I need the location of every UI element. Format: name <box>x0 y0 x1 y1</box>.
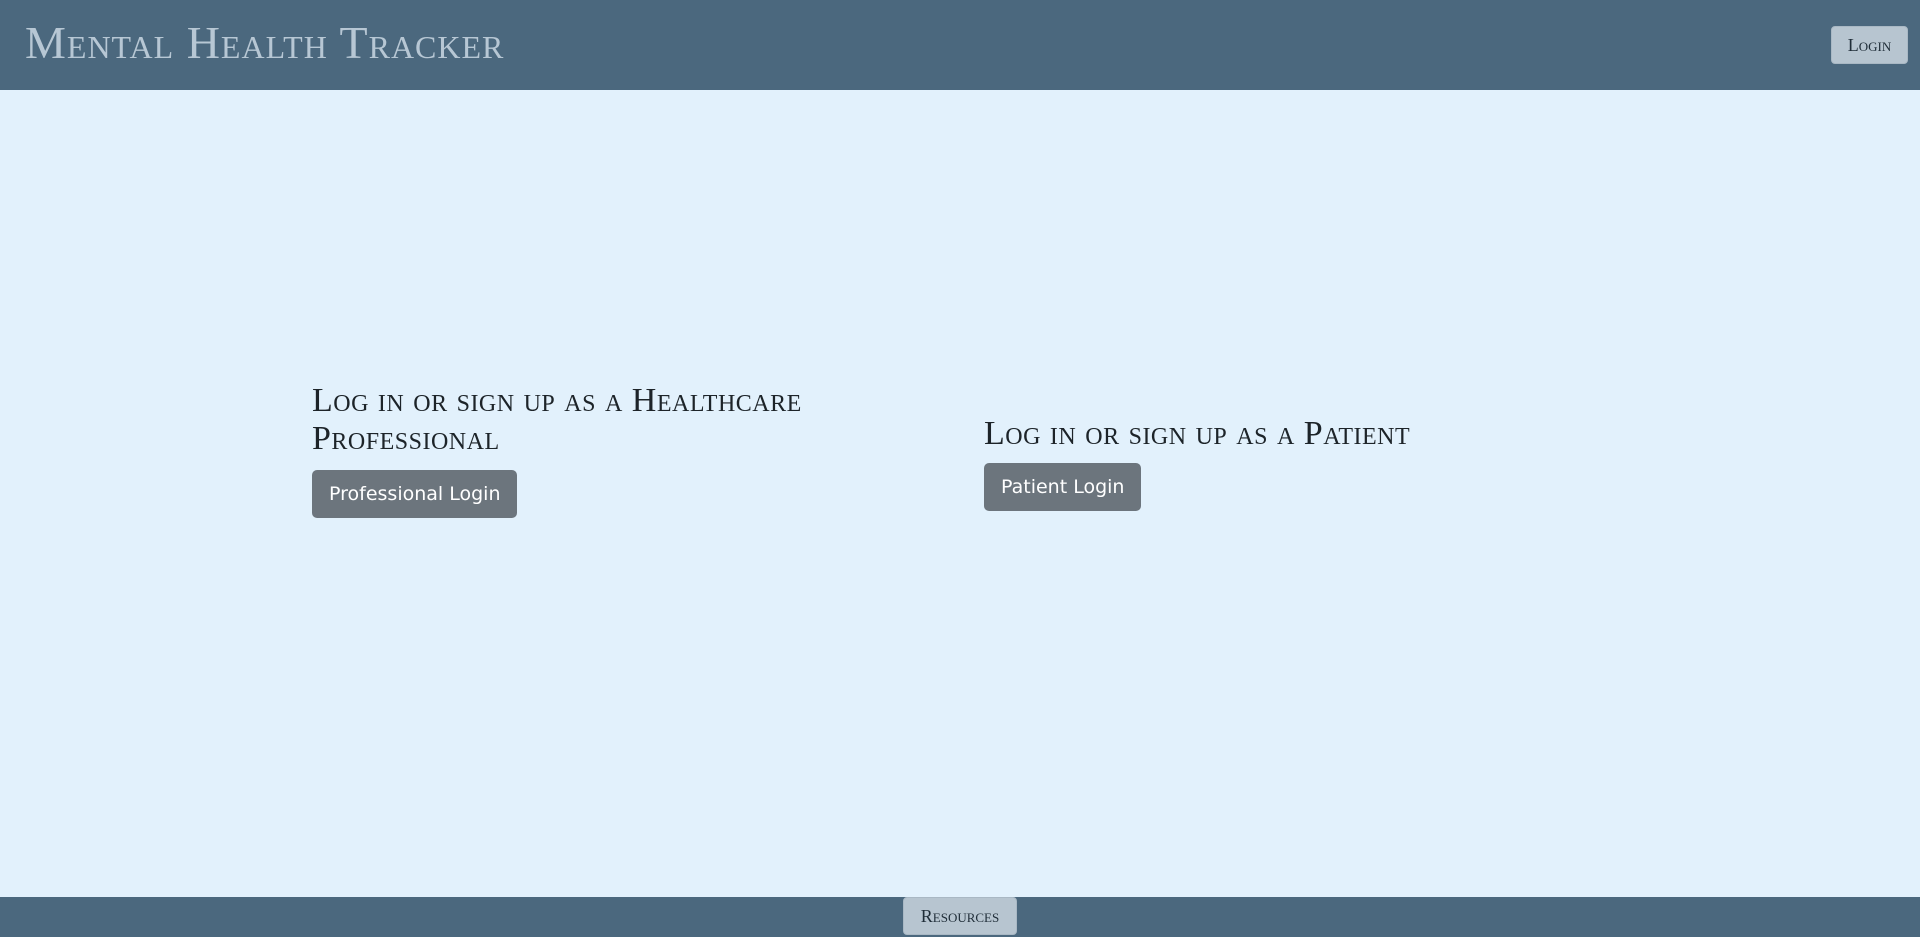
header-login-button[interactable]: Login <box>1831 26 1908 64</box>
resources-button[interactable]: Resources <box>903 897 1017 935</box>
navbar: Mental Health Tracker Login <box>0 0 1920 90</box>
professional-heading: Log in or sign up as a Healthcare Profes… <box>312 382 802 457</box>
patient-heading: Log in or sign up as a Patient <box>984 415 1411 452</box>
app-title[interactable]: Mental Health Tracker <box>25 18 504 68</box>
patient-login-button[interactable]: Patient Login <box>984 463 1142 511</box>
patient-section: Log in or sign up as a Patient Patient L… <box>984 415 1604 511</box>
professional-section: Log in or sign up as a Healthcare Profes… <box>312 382 932 518</box>
professional-login-button[interactable]: Professional Login <box>312 470 518 518</box>
